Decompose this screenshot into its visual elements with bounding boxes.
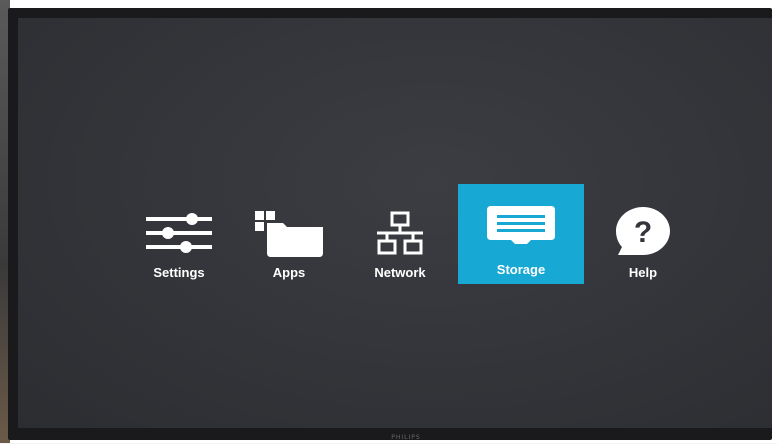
tv-bezel: Settings Apps Network Storage ? Help PHI… [8, 8, 772, 441]
network-icon [337, 211, 463, 259]
help-question-icon: ? [580, 205, 706, 255]
menu-item-help[interactable]: ? Help [580, 193, 706, 293]
menu-item-storage[interactable]: Storage [458, 184, 584, 284]
menu-item-label: Storage [496, 262, 546, 277]
menu-item-label: Help [628, 265, 658, 280]
tv-screen: Settings Apps Network Storage ? Help [18, 18, 772, 428]
menu-item-label: Network [374, 265, 426, 280]
menu-item-label: Settings [153, 265, 205, 280]
settings-sliders-icon [116, 211, 242, 259]
svg-text:?: ? [634, 216, 652, 249]
menu-item-settings[interactable]: Settings [116, 193, 242, 293]
apps-folder-icon [226, 211, 352, 259]
menu-item-label: Apps [272, 265, 306, 280]
storage-icon [458, 206, 584, 254]
menu-item-network[interactable]: Network [337, 193, 463, 293]
menu-item-apps[interactable]: Apps [226, 193, 352, 293]
